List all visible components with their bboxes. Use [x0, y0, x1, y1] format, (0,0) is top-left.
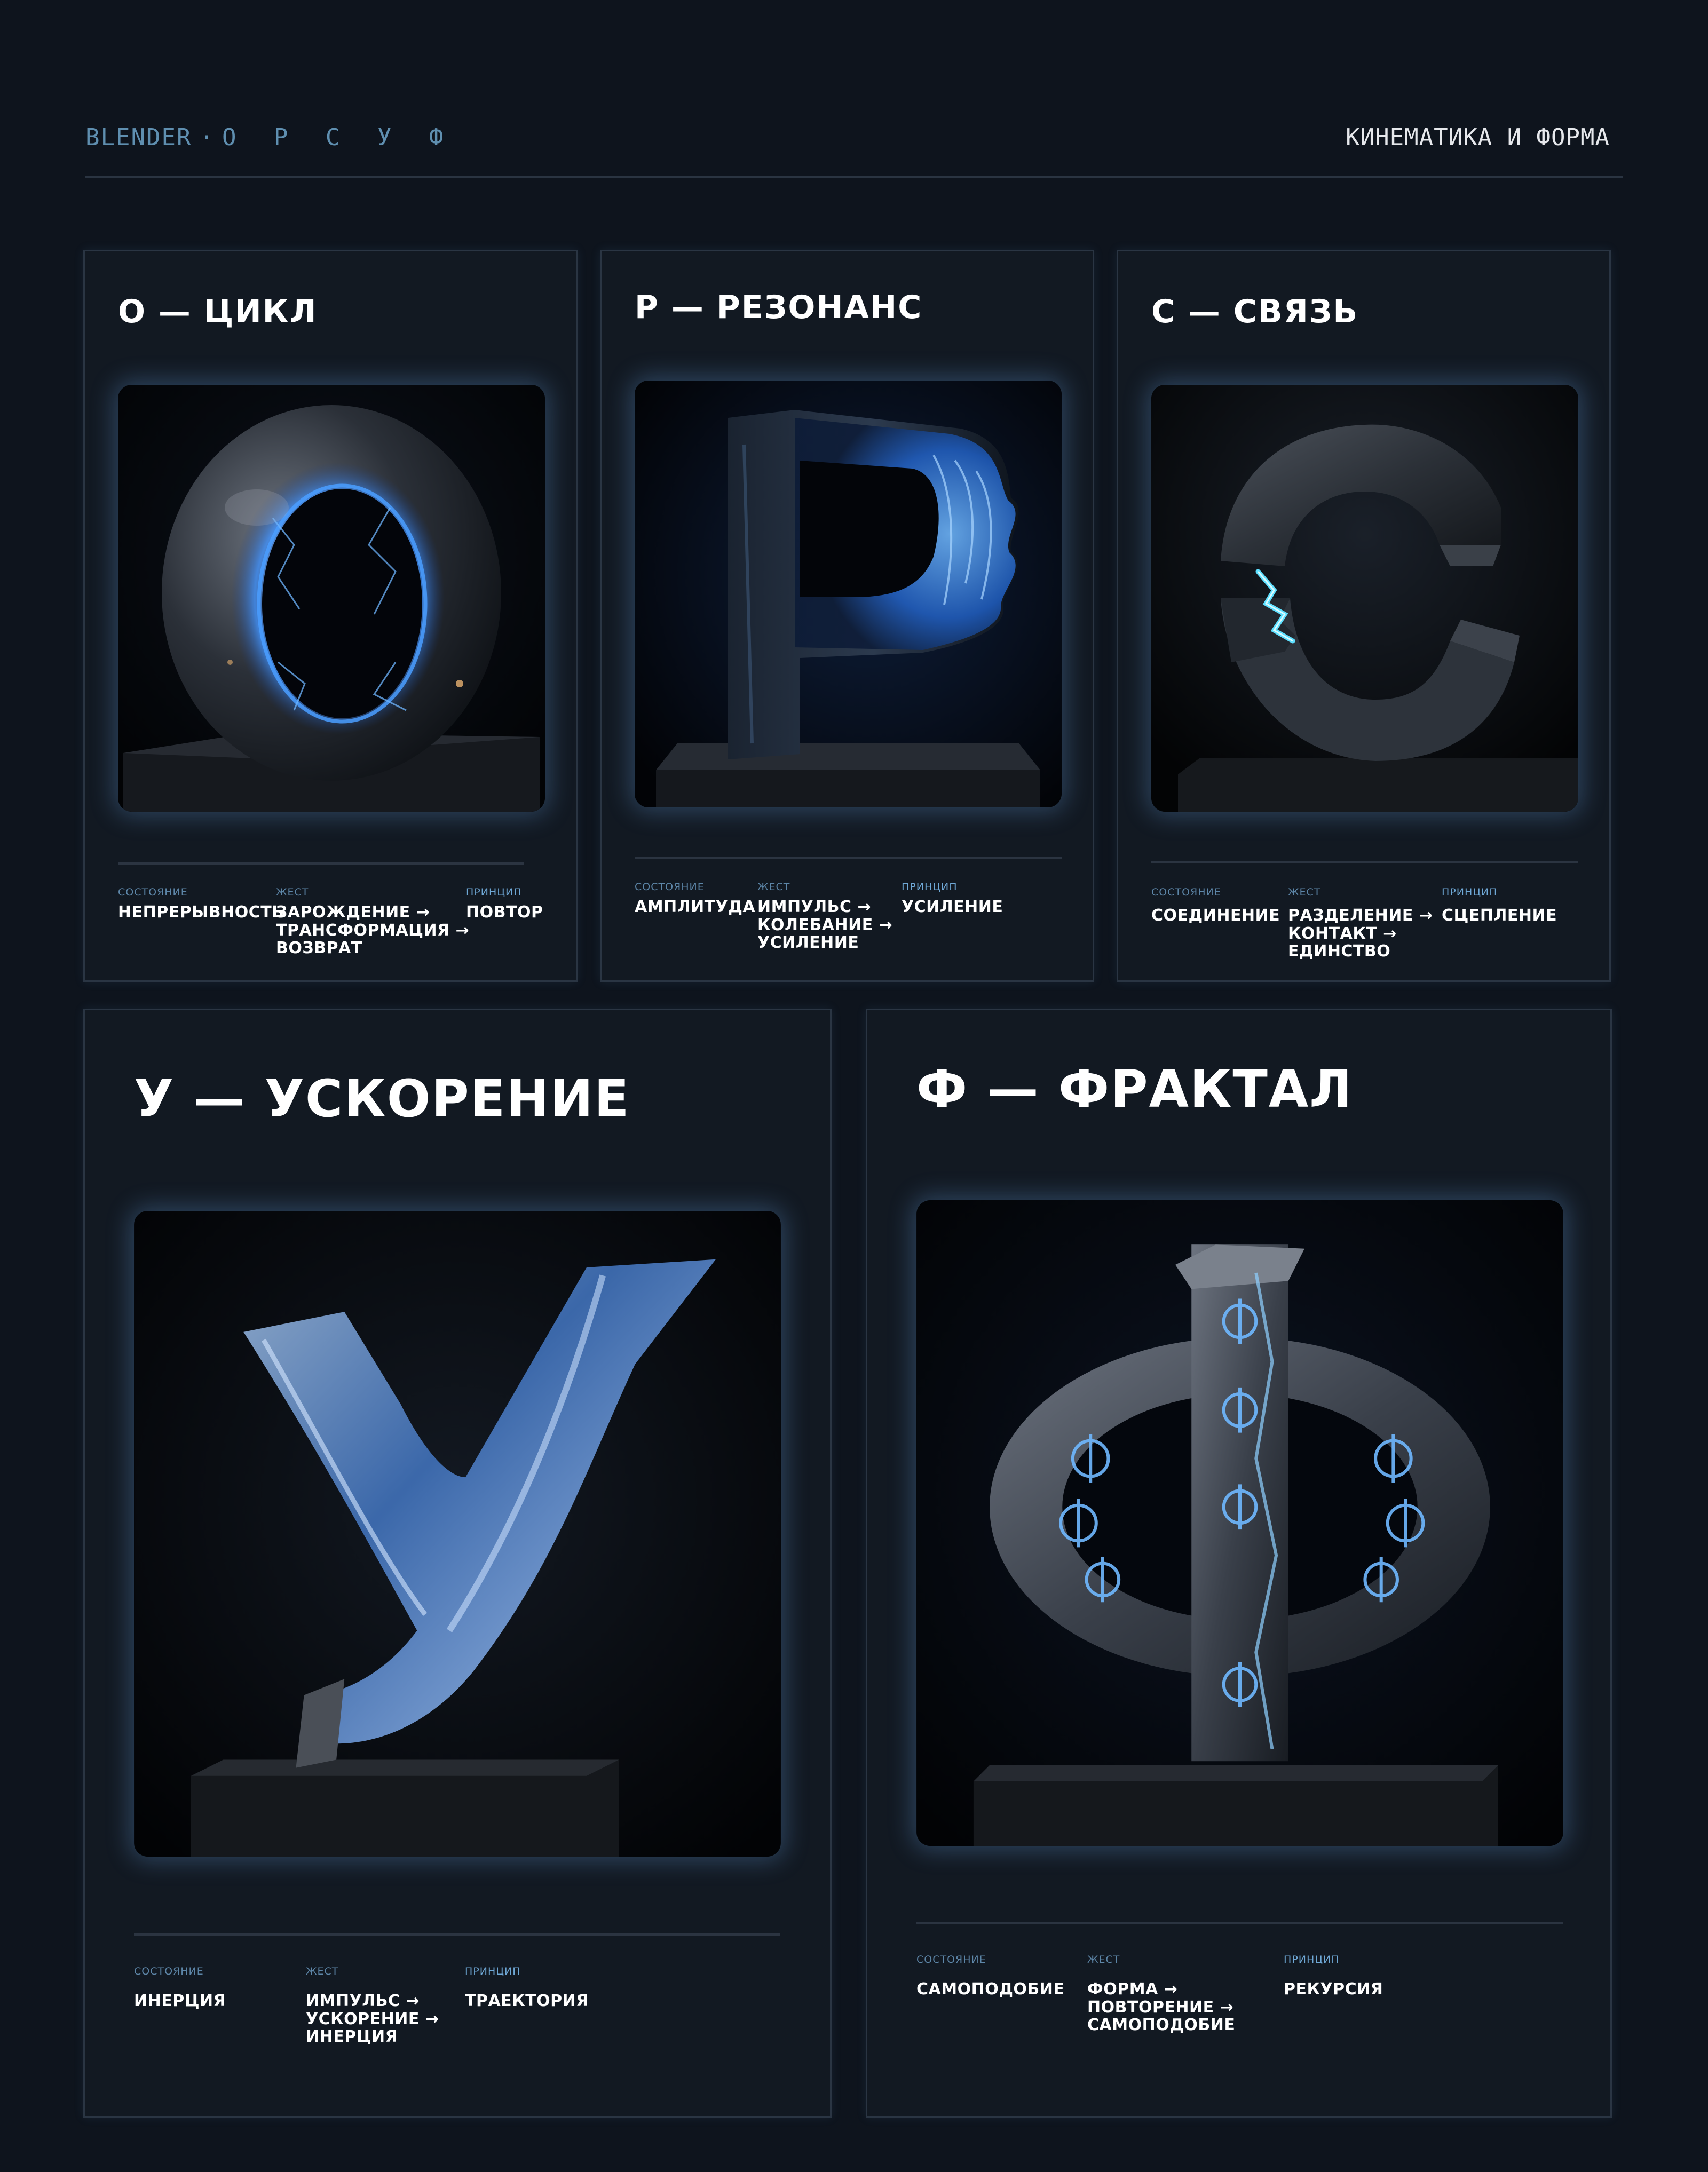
caption-gesture: ЖЕСТ: [1087, 1954, 1120, 1965]
card-divider: [1151, 861, 1578, 863]
value-principle: ПОВТОР: [466, 903, 543, 922]
sculpture-image-c: [1151, 385, 1578, 812]
card-divider: [635, 857, 1062, 859]
value-gesture: ИМПУЛЬС → УСКОРЕНИЕ → ИНЕРЦИЯ: [306, 1992, 439, 2047]
sculpture-image-f: [916, 1200, 1563, 1846]
letter-f-sculpture: [917, 1200, 1563, 1846]
header-subtitle: КИНЕМАТИКА И ФОРМА: [1346, 124, 1610, 151]
caption-gesture: ЖЕСТ: [757, 881, 790, 893]
caption-principle: ПРИНЦИП: [1442, 886, 1498, 898]
value-state: АМПЛИТУДА: [635, 898, 756, 916]
card-o-cycle: О — ЦИКЛ СОСТОЯНИЕ ЖЕСТ ПРИНЦИП НЕПРЕРЫВ…: [83, 250, 578, 982]
caption-state: СОСТОЯНИЕ: [134, 1965, 204, 1977]
caption-gesture: ЖЕСТ: [276, 886, 309, 898]
header-divider: [85, 176, 1623, 178]
value-gesture: ФОРМА → ПОВТОРЕНИЕ → САМОПОДОБИЕ: [1087, 1980, 1236, 2035]
sculpture-image-o: [118, 385, 545, 812]
caption-gesture: ЖЕСТ: [306, 1965, 339, 1977]
caption-principle: ПРИНЦИП: [902, 881, 958, 893]
card-c-connection: С — СВЯЗЬ СОСТОЯНИЕ ЖЕСТ ПРИНЦИП СОЕДИНЕ…: [1117, 250, 1611, 982]
letter-p-sculpture: [635, 381, 1062, 807]
caption-state: СОСТОЯНИЕ: [635, 881, 705, 893]
value-principle: РЕКУРСИЯ: [1284, 1980, 1383, 1999]
sculpture-image-u: [134, 1211, 781, 1857]
card-divider: [916, 1922, 1563, 1924]
caption-state: СОСТОЯНИЕ: [916, 1954, 986, 1965]
card-divider: [134, 1933, 780, 1936]
caption-gesture: ЖЕСТ: [1288, 886, 1321, 898]
caption-principle: ПРИНЦИП: [466, 886, 522, 898]
value-gesture: РАЗДЕЛЕНИЕ → КОНТАКТ → ЕДИНСТВО: [1288, 906, 1433, 961]
card-u-acceleration: У — УСКОРЕНИЕ СОСТОЯНИЕ ЖЕСТ ПРИНЦИП ИНЕ…: [83, 1009, 832, 2118]
brand-name: BLENDER: [85, 124, 192, 151]
card-title: Р — РЕЗОНАНС: [635, 289, 923, 326]
value-state: ИНЕРЦИЯ: [134, 1992, 226, 2010]
sculpture-image-p: [635, 381, 1062, 807]
letter-c-sculpture: [1151, 385, 1578, 812]
caption-principle: ПРИНЦИП: [1284, 1954, 1340, 1965]
card-title: О — ЦИКЛ: [118, 293, 318, 330]
caption-principle: ПРИНЦИП: [465, 1965, 521, 1977]
letter-u-sculpture: [135, 1211, 780, 1857]
value-state: СОЕДИНЕНИЕ: [1151, 906, 1280, 925]
value-gesture: ЗАРОЖДЕНИЕ → ТРАНСФОРМАЦИЯ → ВОЗВРАТ: [276, 903, 470, 958]
value-state: НЕПРЕРЫВНОСТЬ: [118, 903, 284, 922]
caption-state: СОСТОЯНИЕ: [1151, 886, 1221, 898]
card-p-resonance: Р — РЕЗОНАНС СОСТОЯНИЕ ЖЕСТ ПРИНЦИП АМПЛ…: [600, 250, 1094, 982]
value-principle: СЦЕПЛЕНИЕ: [1442, 906, 1557, 925]
card-f-fractal: Ф — ФРАКТАЛ СОСТОЯНИЕ ЖЕСТ ПРИНЦИП САМОП…: [866, 1009, 1612, 2118]
value-state: САМОПОДОБИЕ: [916, 1980, 1065, 1999]
brand-letters: О Р С У Ф: [222, 124, 455, 151]
card-title: У — УСКОРЕНИЕ: [134, 1069, 630, 1129]
letter-o-sculpture: [118, 385, 545, 812]
caption-state: СОСТОЯНИЕ: [118, 886, 188, 898]
value-principle: ТРАЕКТОРИЯ: [465, 1992, 589, 2010]
card-title: Ф — ФРАКТАЛ: [916, 1059, 1353, 1119]
value-principle: УСИЛЕНИЕ: [902, 898, 1003, 916]
brand-header: BLENDER · О Р С У Ф: [85, 124, 455, 151]
brand-separator: ·: [199, 124, 215, 151]
card-title: С — СВЯЗЬ: [1151, 293, 1359, 330]
card-divider: [118, 862, 524, 865]
value-gesture: ИМПУЛЬС → КОЛЕБАНИЕ → УСИЛЕНИЕ: [757, 898, 893, 953]
